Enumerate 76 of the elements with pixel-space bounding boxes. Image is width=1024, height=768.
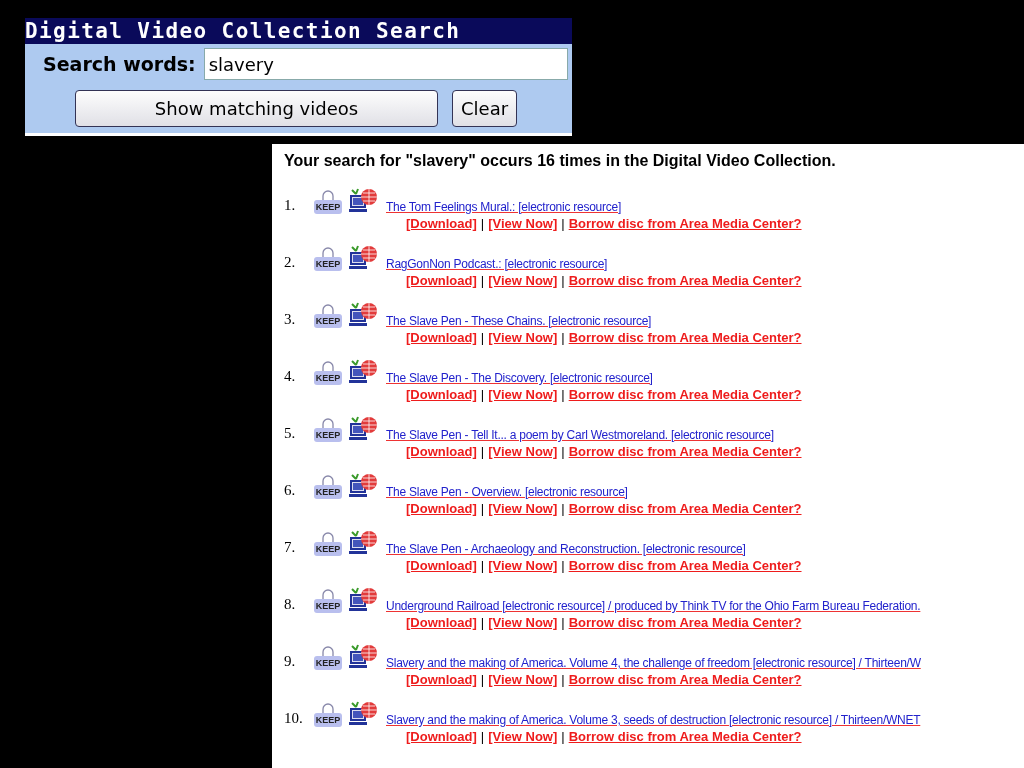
borrow-disc-link[interactable]: Borrow disc from Area Media Center? <box>568 672 802 687</box>
result-title-link[interactable]: Underground Railroad [electronic resource] / produced by Think TV for the Ohio Farm Bureau Federation. <box>386 599 921 613</box>
result-number: 10. <box>284 710 304 727</box>
clear-button[interactable]: Clear <box>452 90 518 127</box>
link-separator: | <box>480 444 485 459</box>
result-title-link[interactable]: Slavery and the making of America. Volume 4, the challenge of freedom [electronic resource] / Thirteen/W <box>386 656 921 670</box>
result-title-link[interactable]: The Slave Pen - Tell It... a poem by Carl Westmoreland. [electronic resource] <box>386 428 774 442</box>
download-link[interactable]: [Download] <box>406 273 477 288</box>
result-title-link[interactable]: The Tom Feelings Mural.: [electronic resource] <box>386 200 622 214</box>
download-link[interactable]: [Download] <box>406 558 477 573</box>
link-separator: | <box>480 330 485 345</box>
view-now-link[interactable]: [View Now] <box>488 273 558 288</box>
borrow-disc-link[interactable]: Borrow disc from Area Media Center? <box>568 558 802 573</box>
results-summary: Your search for "slavery" occurs 16 times in the Digital Video Collection. <box>284 152 837 170</box>
result-title-link[interactable]: RagGonNon Podcast.: [electronic resource] <box>386 257 608 271</box>
link-separator: | <box>561 444 565 459</box>
download-link[interactable]: [Download] <box>406 615 477 630</box>
download-link[interactable]: [Download] <box>406 501 477 516</box>
search-label: Search words: <box>43 53 196 75</box>
link-separator: | <box>480 387 485 402</box>
link-separator: | <box>480 615 485 630</box>
borrow-disc-link[interactable]: Borrow disc from Area Media Center? <box>568 501 802 516</box>
view-now-link[interactable]: [View Now] <box>488 387 558 402</box>
link-separator: | <box>480 558 485 573</box>
result-number: 2. <box>284 254 297 271</box>
link-separator: | <box>561 216 565 231</box>
link-separator: | <box>561 615 565 630</box>
result-number: 1. <box>284 197 297 214</box>
result-title-link[interactable]: The Slave Pen - Overview. [electronic resource] <box>386 485 628 499</box>
result-number: 8. <box>284 596 297 613</box>
borrow-disc-link[interactable]: Borrow disc from Area Media Center? <box>568 216 802 231</box>
view-now-link[interactable]: [View Now] <box>488 729 558 744</box>
result-number: 7. <box>284 539 297 556</box>
borrow-disc-link[interactable]: Borrow disc from Area Media Center? <box>568 273 802 288</box>
borrow-disc-link[interactable]: Borrow disc from Area Media Center? <box>568 615 802 630</box>
link-separator: | <box>561 501 565 516</box>
search-field[interactable]: slavery <box>203 48 568 80</box>
link-separator: | <box>480 273 485 288</box>
download-link[interactable]: [Download] <box>406 216 477 231</box>
view-now-link[interactable]: [View Now] <box>488 501 558 516</box>
link-separator: | <box>480 729 485 744</box>
result-title-link[interactable]: The Slave Pen - The Discovery. [electronic resource] <box>386 371 653 385</box>
borrow-disc-link[interactable]: Borrow disc from Area Media Center? <box>568 330 802 345</box>
borrow-disc-link[interactable]: Borrow disc from Area Media Center? <box>568 387 802 402</box>
link-separator: | <box>561 273 565 288</box>
borrow-disc-link[interactable]: Borrow disc from Area Media Center? <box>568 729 802 744</box>
view-now-link[interactable]: [View Now] <box>488 330 558 345</box>
link-separator: | <box>561 330 565 345</box>
result-number: 5. <box>284 425 297 442</box>
download-link[interactable]: [Download] <box>406 330 477 345</box>
result-title-link[interactable]: The Slave Pen - Archaeology and Reconstruction. [electronic resource] <box>386 542 746 556</box>
link-separator: | <box>480 216 485 231</box>
view-now-link[interactable]: [View Now] <box>488 672 558 687</box>
borrow-disc-link[interactable]: Borrow disc from Area Media Center? <box>568 444 802 459</box>
link-separator: | <box>561 558 565 573</box>
result-title-link[interactable]: The Slave Pen - These Chains. [electronic resource] <box>386 314 652 328</box>
view-now-link[interactable]: [View Now] <box>488 444 558 459</box>
view-now-link[interactable]: [View Now] <box>488 558 558 573</box>
result-number: 3. <box>284 311 297 328</box>
link-separator: | <box>561 672 565 687</box>
result-number: 9. <box>284 653 297 670</box>
result-number: 4. <box>284 368 297 385</box>
view-now-link[interactable]: [View Now] <box>488 216 558 231</box>
view-now-link[interactable]: [View Now] <box>488 615 558 630</box>
panel-title: Digital Video Collection Search <box>25 18 572 44</box>
download-link[interactable]: [Download] <box>406 672 477 687</box>
show-videos-button[interactable]: Show matching videos <box>75 90 438 127</box>
result-number: 6. <box>284 482 297 499</box>
download-link[interactable]: [Download] <box>406 387 477 402</box>
link-separator: | <box>480 501 485 516</box>
link-separator: | <box>480 672 485 687</box>
download-link[interactable]: [Download] <box>406 729 477 744</box>
link-separator: | <box>561 729 565 744</box>
result-title-link[interactable]: Slavery and the making of America. Volume 3, seeds of destruction [electronic resource] / Thirteen/WNET <box>386 713 921 727</box>
download-link[interactable]: [Download] <box>406 444 477 459</box>
link-separator: | <box>561 387 565 402</box>
